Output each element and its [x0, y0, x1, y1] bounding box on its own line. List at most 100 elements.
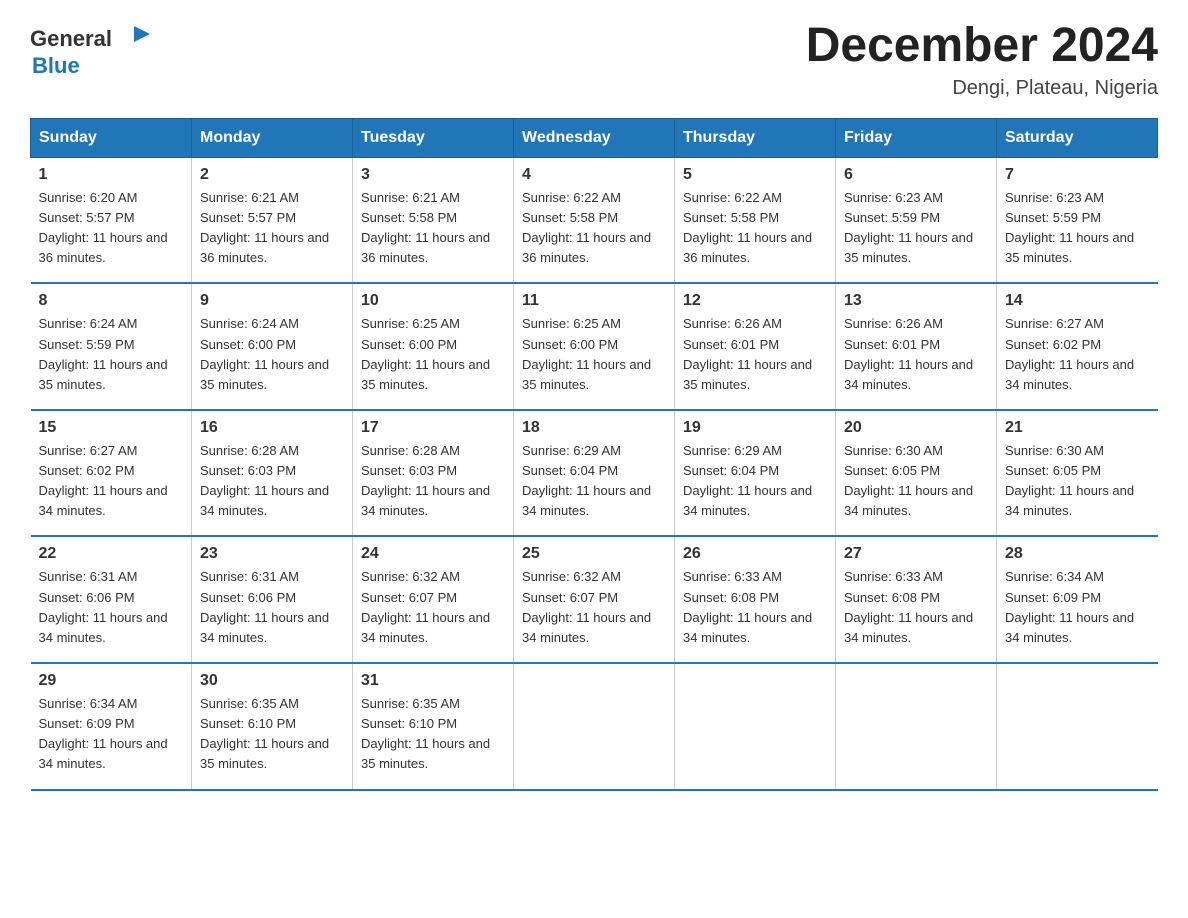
- day-info: Sunrise: 6:27 AM Sunset: 6:02 PM Dayligh…: [1005, 314, 1150, 395]
- day-info: Sunrise: 6:32 AM Sunset: 6:07 PM Dayligh…: [361, 567, 505, 648]
- calendar-body: 1 Sunrise: 6:20 AM Sunset: 5:57 PM Dayli…: [31, 157, 1158, 789]
- table-row: [997, 663, 1158, 790]
- table-row: 24 Sunrise: 6:32 AM Sunset: 6:07 PM Dayl…: [353, 536, 514, 663]
- day-info: Sunrise: 6:32 AM Sunset: 6:07 PM Dayligh…: [522, 567, 666, 648]
- day-number: 20: [844, 419, 988, 437]
- col-monday: Monday: [192, 118, 353, 157]
- table-row: 17 Sunrise: 6:28 AM Sunset: 6:03 PM Dayl…: [353, 410, 514, 537]
- day-info: Sunrise: 6:33 AM Sunset: 6:08 PM Dayligh…: [683, 567, 827, 648]
- col-wednesday: Wednesday: [514, 118, 675, 157]
- day-info: Sunrise: 6:30 AM Sunset: 6:05 PM Dayligh…: [844, 441, 988, 522]
- day-number: 18: [522, 419, 666, 437]
- table-row: 7 Sunrise: 6:23 AM Sunset: 5:59 PM Dayli…: [997, 157, 1158, 283]
- day-number: 6: [844, 166, 988, 184]
- col-sunday: Sunday: [31, 118, 192, 157]
- col-thursday: Thursday: [675, 118, 836, 157]
- day-info: Sunrise: 6:33 AM Sunset: 6:08 PM Dayligh…: [844, 567, 988, 648]
- day-info: Sunrise: 6:23 AM Sunset: 5:59 PM Dayligh…: [844, 188, 988, 269]
- day-number: 27: [844, 545, 988, 563]
- table-row: 23 Sunrise: 6:31 AM Sunset: 6:06 PM Dayl…: [192, 536, 353, 663]
- table-row: 22 Sunrise: 6:31 AM Sunset: 6:06 PM Dayl…: [31, 536, 192, 663]
- day-info: Sunrise: 6:29 AM Sunset: 6:04 PM Dayligh…: [683, 441, 827, 522]
- col-friday: Friday: [836, 118, 997, 157]
- day-number: 29: [39, 672, 184, 690]
- table-row: 1 Sunrise: 6:20 AM Sunset: 5:57 PM Dayli…: [31, 157, 192, 283]
- day-number: 28: [1005, 545, 1150, 563]
- day-number: 16: [200, 419, 344, 437]
- day-info: Sunrise: 6:34 AM Sunset: 6:09 PM Dayligh…: [39, 694, 184, 775]
- day-info: Sunrise: 6:30 AM Sunset: 6:05 PM Dayligh…: [1005, 441, 1150, 522]
- day-info: Sunrise: 6:25 AM Sunset: 6:00 PM Dayligh…: [361, 314, 505, 395]
- day-number: 19: [683, 419, 827, 437]
- month-title: December 2024: [806, 20, 1158, 73]
- day-number: 4: [522, 166, 666, 184]
- day-info: Sunrise: 6:35 AM Sunset: 6:10 PM Dayligh…: [200, 694, 344, 775]
- table-row: 18 Sunrise: 6:29 AM Sunset: 6:04 PM Dayl…: [514, 410, 675, 537]
- day-number: 13: [844, 292, 988, 310]
- day-number: 10: [361, 292, 505, 310]
- table-row: 20 Sunrise: 6:30 AM Sunset: 6:05 PM Dayl…: [836, 410, 997, 537]
- calendar-header: Sunday Monday Tuesday Wednesday Thursday…: [31, 118, 1158, 157]
- logo: General Blue: [30, 20, 152, 78]
- day-number: 24: [361, 545, 505, 563]
- table-row: 25 Sunrise: 6:32 AM Sunset: 6:07 PM Dayl…: [514, 536, 675, 663]
- day-number: 31: [361, 672, 505, 690]
- table-row: 27 Sunrise: 6:33 AM Sunset: 6:08 PM Dayl…: [836, 536, 997, 663]
- day-info: Sunrise: 6:24 AM Sunset: 6:00 PM Dayligh…: [200, 314, 344, 395]
- logo-general: General: [30, 27, 112, 51]
- table-row: 28 Sunrise: 6:34 AM Sunset: 6:09 PM Dayl…: [997, 536, 1158, 663]
- day-number: 8: [39, 292, 184, 310]
- table-row: 14 Sunrise: 6:27 AM Sunset: 6:02 PM Dayl…: [997, 283, 1158, 410]
- day-info: Sunrise: 6:29 AM Sunset: 6:04 PM Dayligh…: [522, 441, 666, 522]
- table-row: 16 Sunrise: 6:28 AM Sunset: 6:03 PM Dayl…: [192, 410, 353, 537]
- day-info: Sunrise: 6:24 AM Sunset: 5:59 PM Dayligh…: [39, 314, 184, 395]
- day-info: Sunrise: 6:27 AM Sunset: 6:02 PM Dayligh…: [39, 441, 184, 522]
- day-info: Sunrise: 6:21 AM Sunset: 5:58 PM Dayligh…: [361, 188, 505, 269]
- day-info: Sunrise: 6:35 AM Sunset: 6:10 PM Dayligh…: [361, 694, 505, 775]
- day-number: 5: [683, 166, 827, 184]
- day-info: Sunrise: 6:28 AM Sunset: 6:03 PM Dayligh…: [361, 441, 505, 522]
- day-number: 15: [39, 419, 184, 437]
- table-row: 30 Sunrise: 6:35 AM Sunset: 6:10 PM Dayl…: [192, 663, 353, 790]
- logo-blue: Blue: [32, 53, 80, 78]
- col-saturday: Saturday: [997, 118, 1158, 157]
- day-info: Sunrise: 6:28 AM Sunset: 6:03 PM Dayligh…: [200, 441, 344, 522]
- title-block: December 2024 Dengi, Plateau, Nigeria: [806, 20, 1158, 100]
- day-info: Sunrise: 6:25 AM Sunset: 6:00 PM Dayligh…: [522, 314, 666, 395]
- table-row: 31 Sunrise: 6:35 AM Sunset: 6:10 PM Dayl…: [353, 663, 514, 790]
- table-row: 29 Sunrise: 6:34 AM Sunset: 6:09 PM Dayl…: [31, 663, 192, 790]
- day-number: 11: [522, 292, 666, 310]
- page-header: General Blue December 2024 Dengi, Platea…: [30, 20, 1158, 100]
- col-tuesday: Tuesday: [353, 118, 514, 157]
- table-row: 21 Sunrise: 6:30 AM Sunset: 6:05 PM Dayl…: [997, 410, 1158, 537]
- calendar-table: Sunday Monday Tuesday Wednesday Thursday…: [30, 118, 1158, 791]
- table-row: 8 Sunrise: 6:24 AM Sunset: 5:59 PM Dayli…: [31, 283, 192, 410]
- table-row: 19 Sunrise: 6:29 AM Sunset: 6:04 PM Dayl…: [675, 410, 836, 537]
- day-number: 22: [39, 545, 184, 563]
- day-number: 26: [683, 545, 827, 563]
- table-row: 13 Sunrise: 6:26 AM Sunset: 6:01 PM Dayl…: [836, 283, 997, 410]
- table-row: 4 Sunrise: 6:22 AM Sunset: 5:58 PM Dayli…: [514, 157, 675, 283]
- table-row: 10 Sunrise: 6:25 AM Sunset: 6:00 PM Dayl…: [353, 283, 514, 410]
- day-number: 30: [200, 672, 344, 690]
- day-info: Sunrise: 6:22 AM Sunset: 5:58 PM Dayligh…: [683, 188, 827, 269]
- table-row: 5 Sunrise: 6:22 AM Sunset: 5:58 PM Dayli…: [675, 157, 836, 283]
- day-number: 17: [361, 419, 505, 437]
- day-number: 14: [1005, 292, 1150, 310]
- table-row: 9 Sunrise: 6:24 AM Sunset: 6:00 PM Dayli…: [192, 283, 353, 410]
- location: Dengi, Plateau, Nigeria: [806, 77, 1158, 100]
- table-row: 3 Sunrise: 6:21 AM Sunset: 5:58 PM Dayli…: [353, 157, 514, 283]
- day-info: Sunrise: 6:23 AM Sunset: 5:59 PM Dayligh…: [1005, 188, 1150, 269]
- table-row: 12 Sunrise: 6:26 AM Sunset: 6:01 PM Dayl…: [675, 283, 836, 410]
- day-info: Sunrise: 6:21 AM Sunset: 5:57 PM Dayligh…: [200, 188, 344, 269]
- table-row: 6 Sunrise: 6:23 AM Sunset: 5:59 PM Dayli…: [836, 157, 997, 283]
- day-number: 21: [1005, 419, 1150, 437]
- day-info: Sunrise: 6:26 AM Sunset: 6:01 PM Dayligh…: [683, 314, 827, 395]
- day-info: Sunrise: 6:31 AM Sunset: 6:06 PM Dayligh…: [39, 567, 184, 648]
- table-row: 11 Sunrise: 6:25 AM Sunset: 6:00 PM Dayl…: [514, 283, 675, 410]
- day-number: 23: [200, 545, 344, 563]
- day-number: 3: [361, 166, 505, 184]
- day-info: Sunrise: 6:34 AM Sunset: 6:09 PM Dayligh…: [1005, 567, 1150, 648]
- table-row: 2 Sunrise: 6:21 AM Sunset: 5:57 PM Dayli…: [192, 157, 353, 283]
- day-number: 1: [39, 166, 184, 184]
